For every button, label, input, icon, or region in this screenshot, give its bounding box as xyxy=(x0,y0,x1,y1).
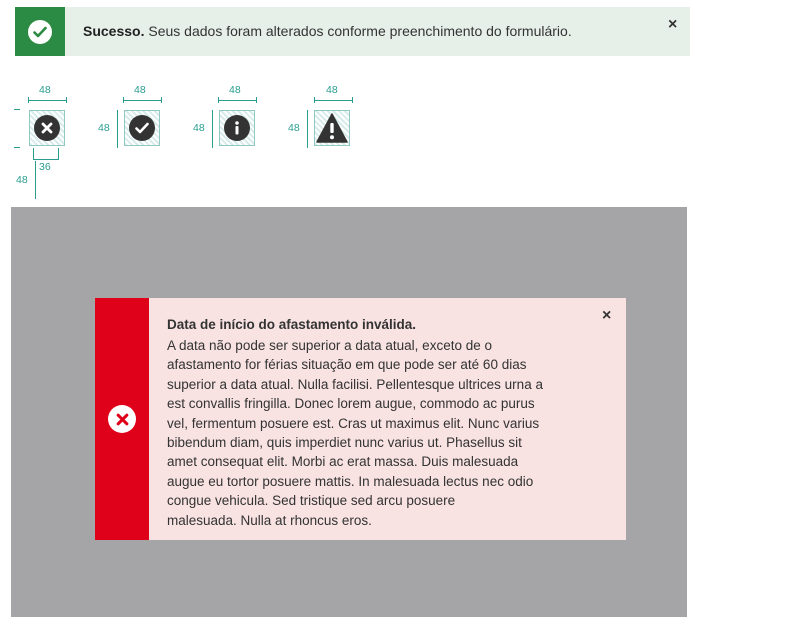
warning-triangle-icon xyxy=(316,113,348,143)
error-line: malesuada. Nulla at rhoncus eros. xyxy=(167,512,372,528)
height-label: 48 xyxy=(193,122,205,134)
error-line: afastamento for férias situação em que p… xyxy=(167,357,527,373)
error-line: est convallis fringilla. Donec lorem aug… xyxy=(167,396,535,412)
width-label: 48 xyxy=(39,84,51,96)
error-line: bibendum diam, quis imperdiet nunc variu… xyxy=(167,435,522,451)
error-status-bar xyxy=(95,298,149,540)
error-line: amet consequat elit. Morbi ac erat massa… xyxy=(167,454,519,470)
width-label: 48 xyxy=(134,84,146,96)
success-message: Sucesso. Seus dados foram alterados conf… xyxy=(83,23,572,39)
error-line: A data não pode ser superior a data atua… xyxy=(167,338,492,353)
height-label: 48 xyxy=(288,122,300,134)
success-body: Seus dados foram alterados conforme pree… xyxy=(148,23,572,39)
success-alert: Sucesso. Seus dados foram alterados conf… xyxy=(15,7,690,56)
height-label: 48 xyxy=(16,174,28,186)
success-status-bar xyxy=(15,7,65,56)
error-line: superior a data atual. Nulla facilisi. P… xyxy=(167,376,543,392)
info-circle-icon xyxy=(224,115,250,141)
close-error-button[interactable]: × xyxy=(602,308,611,324)
x-circle-icon xyxy=(34,115,60,141)
error-line: augue eu tortor posuere mattis. In males… xyxy=(167,473,534,489)
check-circle-icon xyxy=(129,115,155,141)
inner-size-label: 36 xyxy=(39,161,51,173)
width-label: 48 xyxy=(229,84,241,96)
error-line: congue vehicula. Sed tristique sed arcu … xyxy=(167,493,456,509)
x-circle-icon xyxy=(108,405,136,433)
error-message: A data não pode ser superior a data atua… xyxy=(167,336,587,530)
error-line: vel, fermentum posuere est. Cras ut maxi… xyxy=(167,415,540,431)
error-alert: Data de início do afastamento inválida. … xyxy=(95,298,626,540)
width-label: 48 xyxy=(326,84,338,96)
height-label: 48 xyxy=(98,122,110,134)
close-success-button[interactable]: × xyxy=(668,17,677,33)
check-circle-icon xyxy=(28,19,52,44)
error-title: Data de início do afastamento inválida. xyxy=(167,317,417,332)
success-title: Sucesso. xyxy=(83,23,145,39)
